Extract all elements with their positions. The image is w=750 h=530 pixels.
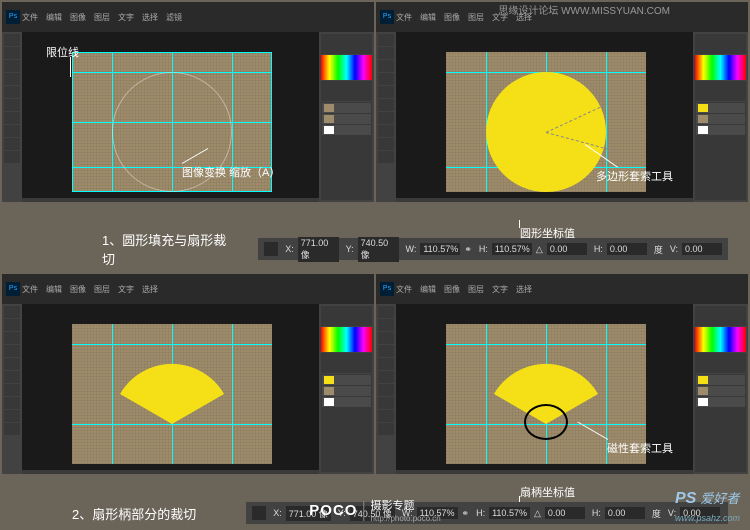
color-swatch[interactable]	[321, 327, 372, 352]
w-value[interactable]: 110.57%	[420, 243, 460, 255]
angle-value[interactable]: 0.00	[547, 243, 587, 255]
annotation-magnetic-lasso: 磁性套索工具	[607, 440, 673, 456]
color-swatch[interactable]	[321, 55, 372, 80]
watermark-bottom-right: PS 爱好者 www.psahz.com	[675, 488, 740, 524]
ps-panel-2: Ps 文件编辑图像图层文字选择 多边形套索工具	[376, 2, 748, 202]
layers-panel[interactable]	[321, 102, 372, 200]
ref-point-icon[interactable]	[264, 242, 278, 256]
step2-caption: 2、扇形柄部分的裁切	[72, 504, 196, 523]
x-value[interactable]: 771.00 像	[298, 237, 339, 262]
y-label: Y:	[346, 244, 354, 254]
skew-v-value[interactable]: 0.00	[682, 243, 722, 255]
angle-icon: △	[536, 244, 543, 255]
annotation-transform: 图像变换 缩放（A）	[182, 164, 280, 180]
caption-row-1: 1、圆形填充与扇形裁切 X: 771.00 像 Y: 740.50 像 W: 1…	[2, 226, 748, 272]
link-icon[interactable]: ⚭	[464, 244, 472, 255]
angle-icon: △	[534, 508, 541, 519]
ps-logo-icon: Ps	[6, 282, 20, 296]
main-menu[interactable]: 文件编辑图像图层文字选择	[396, 284, 532, 295]
main-menu[interactable]: 文件编辑图像图层文字选择	[22, 284, 158, 295]
transform-options-bar[interactable]: X: 771.00 像 Y: 740.50 像 W: 110.57% ⚭ H: …	[258, 238, 728, 260]
x-label: X:	[285, 244, 294, 254]
main-menu[interactable]: 文件编辑图像图层文字选择滤镜	[22, 12, 182, 23]
annotation-lasso: 多边形套索工具	[596, 168, 673, 184]
watermark-top: 思缘设计论坛 WWW.MISSYUAN.COM	[498, 2, 670, 17]
h-value[interactable]: 110.57%	[492, 243, 532, 255]
annotation-circle-coords: 圆形坐标值	[520, 225, 575, 241]
step1-caption: 1、圆形填充与扇形裁切	[102, 230, 238, 268]
skew-h-value[interactable]: 0.00	[605, 507, 645, 519]
annotation-handle-coords: 扇柄坐标值	[520, 484, 575, 500]
toolbox[interactable]	[376, 32, 396, 202]
ps-panel-3: Ps 文件编辑图像图层文字选择	[2, 274, 374, 474]
toolbox[interactable]	[2, 304, 22, 474]
poco-watermark: POCO 摄影专题 http://photo.poco.cn	[309, 497, 440, 524]
toolbox[interactable]	[2, 32, 22, 202]
ps-logo-icon: Ps	[380, 10, 394, 24]
w-label: W:	[406, 244, 417, 254]
layers-panel[interactable]	[695, 374, 746, 472]
panels-dock[interactable]	[319, 32, 374, 202]
ref-point-icon[interactable]	[252, 506, 266, 520]
menubar: Ps 文件编辑图像图层文字选择	[2, 274, 374, 304]
y-value[interactable]: 740.50 像	[358, 237, 399, 262]
layers-panel[interactable]	[695, 102, 746, 200]
link-icon[interactable]: ⚭	[462, 508, 470, 519]
panels-dock[interactable]	[693, 304, 748, 474]
annotation-limit-line: 限位线	[46, 44, 79, 60]
ps-logo-icon: Ps	[380, 282, 394, 296]
menubar: Ps 文件编辑图像图层文字选择滤镜	[2, 2, 374, 32]
color-swatch[interactable]	[695, 55, 746, 80]
layers-panel[interactable]	[321, 374, 372, 472]
h-label: H:	[479, 244, 488, 254]
panels-dock[interactable]	[693, 32, 748, 202]
skew-h-value[interactable]: 0.00	[607, 243, 647, 255]
color-swatch[interactable]	[695, 327, 746, 352]
ps-logo-icon: Ps	[6, 10, 20, 24]
h-value[interactable]: 110.57%	[489, 507, 530, 519]
panels-dock[interactable]	[319, 304, 374, 474]
menubar: Ps 文件编辑图像图层文字选择	[376, 274, 748, 304]
angle-value[interactable]: 0.00	[545, 507, 585, 519]
ps-panel-1: Ps 文件编辑图像图层文字选择滤镜 限位线	[2, 2, 374, 202]
magnetic-selection	[524, 404, 568, 440]
toolbox[interactable]	[376, 304, 396, 474]
ps-panel-4: Ps 文件编辑图像图层文字选择 磁性套索工具	[376, 274, 748, 474]
yellow-fan-shape	[112, 344, 232, 434]
canvas[interactable]	[22, 304, 319, 470]
